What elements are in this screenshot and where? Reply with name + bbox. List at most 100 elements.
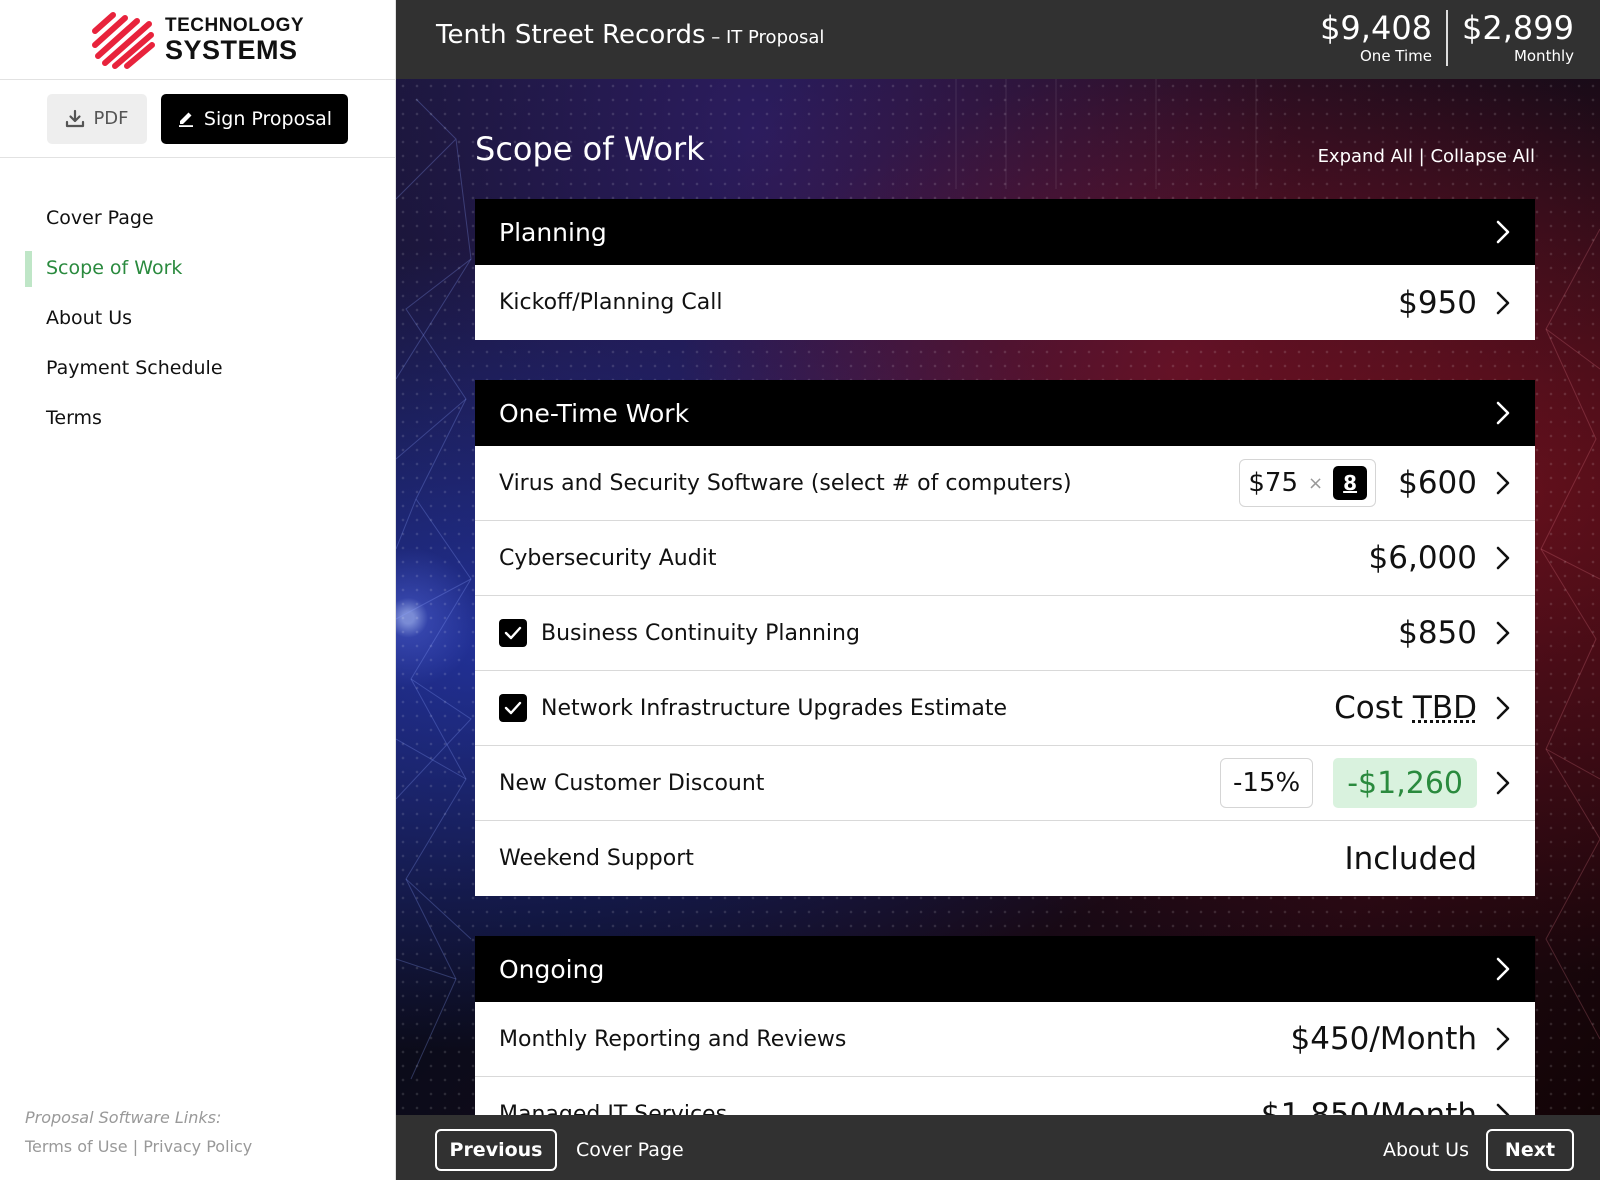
proposal-totals: $9,408 One Time $2,899 Monthly <box>1306 10 1574 66</box>
chevron-right-icon <box>1477 219 1511 245</box>
proposal-actions: PDF Sign Proposal <box>0 80 395 158</box>
line-item-price: $1,850/Month <box>1260 1096 1477 1116</box>
sidebar-item-cover-page[interactable]: Cover Page <box>0 193 395 243</box>
sidebar-item-terms[interactable]: Terms <box>0 393 395 443</box>
line-item-monthly-reporting[interactable]: Monthly Reporting and Reviews $450/Month <box>475 1002 1535 1077</box>
section-header-ongoing[interactable]: Ongoing <box>475 936 1535 1002</box>
chevron-right-icon <box>1477 290 1511 316</box>
line-item-managed-it-services[interactable]: Managed IT Services $1,850/Month <box>475 1077 1535 1115</box>
privacy-policy-link[interactable]: Privacy Policy <box>143 1137 252 1156</box>
title-separator: – <box>705 27 726 48</box>
pen-icon <box>178 112 193 127</box>
page-title: Scope of Work <box>475 130 705 168</box>
chevron-right-icon <box>1477 1026 1511 1052</box>
section-header-one-time-work[interactable]: One-Time Work <box>475 380 1535 446</box>
cost-prefix: Cost <box>1334 690 1404 726</box>
section-title: Planning <box>499 217 607 247</box>
scope-header: Scope of Work Expand All | Collapse All <box>475 79 1535 199</box>
section-title: Ongoing <box>499 954 605 984</box>
brand-logo-icon <box>91 11 155 69</box>
line-item-network-infrastructure-upgrades[interactable]: Network Infrastructure Upgrades Estimate… <box>475 671 1535 746</box>
main-content[interactable]: Scope of Work Expand All | Collapse All … <box>396 79 1600 1115</box>
unit-price: $75 <box>1248 468 1298 498</box>
line-item-label: Monthly Reporting and Reviews <box>499 1026 847 1052</box>
software-links-title: Proposal Software Links: <box>25 1108 222 1127</box>
quantity-stepper[interactable]: $75 × 8 <box>1239 459 1377 507</box>
line-item-label: New Customer Discount <box>499 770 765 796</box>
one-time-amount: $9,408 <box>1320 9 1433 47</box>
monthly-total: $2,899 Monthly <box>1446 10 1574 66</box>
sidebar-item-about-us[interactable]: About Us <box>0 293 395 343</box>
line-item-price: $600 <box>1398 465 1477 501</box>
monthly-label: Monthly <box>1513 47 1574 65</box>
sidebar-nav: Cover Page Scope of Work About Us Paymen… <box>0 193 395 443</box>
section-ongoing: Ongoing Monthly Reporting and Reviews $4… <box>475 936 1535 1115</box>
brand-line-1: TECHNOLOGY <box>164 14 305 36</box>
chevron-right-icon <box>1477 620 1511 646</box>
line-item-price: $450/Month <box>1290 1021 1478 1057</box>
section-title: One-Time Work <box>499 398 690 428</box>
line-item-price: $850 <box>1398 615 1477 651</box>
sidebar: TECHNOLOGY SYSTEMS PDF Sign Proposal Cov… <box>0 0 396 1180</box>
client-name: Tenth Street Records <box>436 20 706 50</box>
proposal-title: Tenth Street Records – IT Proposal <box>436 20 824 50</box>
section-header-planning[interactable]: Planning <box>475 199 1535 265</box>
header-bar: Tenth Street Records – IT Proposal $9,40… <box>396 0 1600 79</box>
line-item-label: Weekend Support <box>499 846 694 871</box>
expand-collapse-controls: Expand All | Collapse All <box>1318 146 1535 167</box>
previous-button[interactable]: Previous <box>435 1129 557 1171</box>
expand-collapse-divider: | <box>1418 146 1425 167</box>
scope-panel: Scope of Work Expand All | Collapse All … <box>475 79 1535 1115</box>
pdf-button-label: PDF <box>93 108 129 129</box>
line-item-label: Cybersecurity Audit <box>499 545 717 571</box>
chevron-right-icon <box>1477 695 1511 721</box>
line-item-kickoff-planning-call[interactable]: Kickoff/Planning Call $950 <box>475 265 1535 340</box>
brand-name: TECHNOLOGY SYSTEMS <box>165 16 304 64</box>
chevron-right-icon <box>1477 470 1511 496</box>
section-planning: Planning Kickoff/Planning Call $950 <box>475 199 1535 340</box>
monthly-amount: $2,899 <box>1462 9 1574 47</box>
sidebar-item-payment-schedule[interactable]: Payment Schedule <box>0 343 395 393</box>
download-icon <box>66 109 85 127</box>
line-item-label: Managed IT Services <box>499 1102 728 1115</box>
chevron-right-icon <box>1477 1102 1511 1115</box>
include-checkbox[interactable] <box>499 694 527 722</box>
brand-line-2: SYSTEMS <box>164 34 298 65</box>
next-page-link[interactable]: About Us <box>1383 1139 1469 1161</box>
line-item-price: $950 <box>1398 284 1477 321</box>
chevron-right-icon <box>1477 400 1511 426</box>
one-time-total: $9,408 One Time <box>1306 10 1446 66</box>
line-item-label: Business Continuity Planning <box>541 620 860 646</box>
chevron-right-icon <box>1477 545 1511 571</box>
one-time-label: One Time <box>1360 47 1433 65</box>
line-item-price: Included <box>1344 840 1477 877</box>
previous-page-link[interactable]: Cover Page <box>576 1139 684 1161</box>
line-item-virus-security-software[interactable]: Virus and Security Software (select # of… <box>475 446 1535 521</box>
sign-proposal-label: Sign Proposal <box>203 107 333 130</box>
line-item-label: Kickoff/Planning Call <box>499 290 723 315</box>
discount-percent: -15% <box>1220 758 1314 808</box>
chevron-right-icon <box>1477 770 1511 796</box>
discount-amount: -$1,260 <box>1333 758 1477 808</box>
sidebar-item-scope-of-work[interactable]: Scope of Work <box>0 243 395 293</box>
line-item-new-customer-discount[interactable]: New Customer Discount -15% -$1,260 <box>475 746 1535 821</box>
tbd-tooltip[interactable]: TBD <box>1413 690 1477 726</box>
expand-all-link[interactable]: Expand All <box>1318 146 1413 167</box>
line-item-cybersecurity-audit[interactable]: Cybersecurity Audit $6,000 <box>475 521 1535 596</box>
include-checkbox[interactable] <box>499 619 527 647</box>
logo[interactable]: TECHNOLOGY SYSTEMS <box>0 0 395 80</box>
next-button[interactable]: Next <box>1486 1129 1574 1171</box>
pdf-button[interactable]: PDF <box>47 93 147 144</box>
section-one-time-work: One-Time Work Virus and Security Softwar… <box>475 380 1535 896</box>
collapse-all-link[interactable]: Collapse All <box>1430 146 1535 167</box>
checkmark-icon <box>504 626 522 640</box>
computer-count-input[interactable]: 8 <box>1333 466 1368 500</box>
line-item-business-continuity-planning[interactable]: Business Continuity Planning $850 <box>475 596 1535 671</box>
line-item-label: Network Infrastructure Upgrades Estimate <box>541 695 1008 721</box>
line-item-price: Cost TBD <box>1334 690 1477 726</box>
line-item-label: Virus and Security Software (select # of… <box>499 470 1072 496</box>
multiply-icon: × <box>1308 472 1324 494</box>
proposal-type: IT Proposal <box>725 27 825 48</box>
terms-of-use-link[interactable]: Terms of Use <box>25 1137 128 1156</box>
sign-proposal-button[interactable]: Sign Proposal <box>161 93 348 144</box>
